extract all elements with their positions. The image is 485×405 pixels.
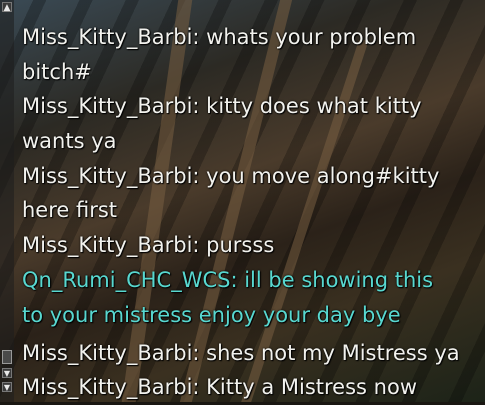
chat-line: Miss_Kitty_Barbi: whats your problem — [22, 25, 417, 49]
chat-line: wants ya — [22, 129, 117, 153]
chat-line: Miss_Kitty_Barbi: Kitty a Mistress now — [22, 375, 417, 399]
chat-line: to your mistress enjoy your day bye — [22, 303, 401, 327]
scroll-up-arrow-icon[interactable]: ▲ — [2, 2, 12, 13]
scroll-to-bottom-icon[interactable]: ▼ — [2, 382, 12, 392]
chat-line: bitch# — [22, 60, 92, 84]
scroll-thumb[interactable] — [2, 350, 12, 364]
chat-line: Miss_Kitty_Barbi: shes not my Mistress y… — [22, 341, 460, 365]
chat-scrollbar[interactable]: ▲ ▼ ▼ — [0, 0, 14, 402]
scroll-down-arrow-icon[interactable]: ▼ — [2, 368, 12, 378]
chat-line: here first — [22, 198, 118, 222]
chat-line: Miss_Kitty_Barbi: pursss — [22, 233, 275, 257]
chat-line: Miss_Kitty_Barbi: you move along#kitty — [22, 164, 440, 188]
chat-log: Miss_Kitty_Barbi: whats your problem bit… — [14, 0, 482, 402]
scroll-track[interactable] — [3, 16, 11, 362]
chat-line: Qn_Rumi_CHC_WCS: ill be showing this — [22, 268, 434, 292]
chat-line: Miss_Kitty_Barbi: kitty does what kitty — [22, 94, 422, 118]
